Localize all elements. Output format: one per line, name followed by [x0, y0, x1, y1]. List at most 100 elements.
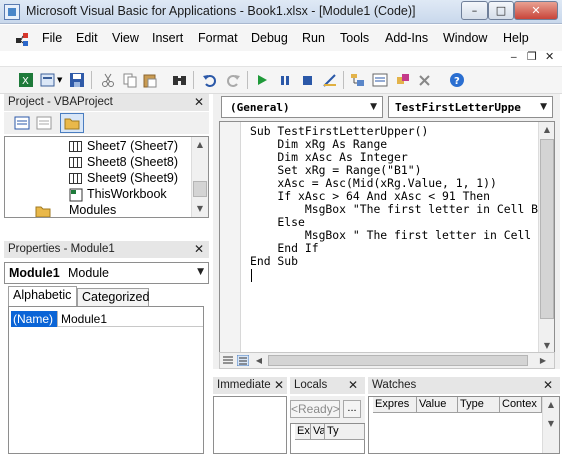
- properties-pane-close-button[interactable]: ✕: [192, 242, 206, 256]
- scroll-up-arrow-icon[interactable]: ▲: [543, 397, 559, 413]
- chevron-down-icon[interactable]: ▼: [540, 102, 547, 112]
- folder-icon: [35, 206, 51, 217]
- column-header-context[interactable]: Contex: [500, 397, 542, 413]
- locals-pane-close-button[interactable]: ✕: [346, 378, 360, 392]
- scroll-thumb[interactable]: [193, 181, 207, 197]
- toolbox-icon[interactable]: [417, 72, 433, 88]
- full-module-view-icon[interactable]: [237, 355, 249, 366]
- properties-window-icon[interactable]: [372, 72, 388, 88]
- design-mode-icon[interactable]: [322, 72, 338, 88]
- tree-item-label: Modules: [69, 203, 117, 217]
- workbook-icon: [69, 188, 83, 202]
- chevron-down-icon[interactable]: ▼: [370, 102, 377, 112]
- column-header-type[interactable]: Type: [458, 397, 500, 413]
- run-icon[interactable]: [254, 72, 270, 88]
- scroll-up-arrow-icon[interactable]: ▲: [192, 137, 208, 153]
- menu-debug[interactable]: Debug: [251, 31, 288, 45]
- app-icon: [4, 4, 20, 20]
- watches-scrollbar[interactable]: ▲ ▼: [542, 397, 559, 453]
- tab-categorized[interactable]: Categorized: [77, 288, 149, 307]
- scroll-right-arrow-icon[interactable]: ▶: [536, 353, 550, 369]
- property-value[interactable]: Module1: [61, 311, 107, 327]
- project-pane-close-button[interactable]: ✕: [192, 95, 206, 109]
- restore-button[interactable]: □: [488, 1, 514, 20]
- menu-add-ins[interactable]: Add-Ins: [385, 31, 428, 45]
- scroll-left-arrow-icon[interactable]: ◀: [253, 353, 265, 369]
- vba-project-icon[interactable]: [14, 30, 34, 48]
- code-horizontal-scrollbar[interactable]: ◀ ▶: [219, 352, 555, 369]
- minimize-button[interactable]: –: [461, 1, 488, 20]
- reset-icon[interactable]: [299, 72, 315, 88]
- chevron-down-icon[interactable]: ▼: [197, 267, 204, 277]
- menu-window[interactable]: Window: [443, 31, 487, 45]
- worksheet-icon: [69, 157, 82, 168]
- mdi-restore-button[interactable]: ❐: [527, 50, 537, 63]
- help-icon[interactable]: ?: [449, 72, 465, 88]
- call-stack-button[interactable]: ...: [343, 400, 361, 418]
- column-header-type[interactable]: Ty: [325, 424, 365, 440]
- margin-indicator-bar[interactable]: [220, 122, 241, 355]
- tree-item-label: Sheet8 (Sheet8): [87, 155, 179, 169]
- procedure-view-icon[interactable]: [222, 355, 234, 366]
- redo-icon[interactable]: [225, 72, 241, 88]
- window-title: Microsoft Visual Basic for Applications …: [26, 4, 416, 18]
- menu-tools[interactable]: Tools: [340, 31, 369, 45]
- column-header-expression[interactable]: Ex: [295, 424, 311, 440]
- project-pane-title: Project - VBAProject: [4, 94, 209, 111]
- object-type: Module: [68, 266, 109, 280]
- menu-edit[interactable]: Edit: [76, 31, 98, 45]
- immediate-pane-close-button[interactable]: ✕: [272, 378, 286, 392]
- object-combo[interactable]: (General) ▼: [221, 96, 383, 118]
- column-header-value[interactable]: Va: [311, 424, 325, 440]
- column-header-expression[interactable]: Expres: [373, 397, 417, 413]
- cut-icon[interactable]: [100, 72, 116, 88]
- menu-help[interactable]: Help: [503, 31, 529, 45]
- view-code-icon[interactable]: [14, 115, 30, 131]
- text-cursor: [251, 269, 252, 282]
- code-editor[interactable]: Sub TestFirstLetterUpper() Dim xRg As Ra…: [219, 121, 555, 356]
- mdi-minimize-button[interactable]: _: [511, 45, 517, 58]
- undo-icon[interactable]: [202, 72, 218, 88]
- project-explorer-icon[interactable]: [350, 72, 366, 88]
- tree-item-label: ThisWorkbook: [87, 187, 167, 201]
- toggle-folders-button[interactable]: [60, 113, 84, 133]
- watches-pane-close-button[interactable]: ✕: [541, 378, 555, 392]
- menu-file[interactable]: File: [42, 31, 62, 45]
- locals-grid: Ex Va Ty: [290, 423, 365, 454]
- code-line-11: End Sub: [250, 254, 299, 268]
- close-button[interactable]: ✕: [514, 1, 558, 20]
- copy-icon[interactable]: [122, 72, 138, 88]
- menu-format[interactable]: Format: [198, 31, 238, 45]
- project-toolbar: [4, 112, 209, 134]
- procedure-combo-value: TestFirstLetterUppe: [395, 101, 521, 114]
- view-excel-icon[interactable]: X: [18, 72, 34, 88]
- project-tree-scrollbar[interactable]: ▲ ▼: [191, 137, 208, 217]
- save-icon[interactable]: [69, 72, 85, 88]
- scroll-down-arrow-icon[interactable]: ▼: [192, 201, 208, 217]
- break-icon[interactable]: [277, 72, 293, 88]
- horizontal-scroll-thumb[interactable]: [268, 355, 528, 366]
- locals-context: <Ready>: [290, 400, 340, 418]
- mdi-close-button[interactable]: ✕: [545, 50, 554, 63]
- scroll-thumb[interactable]: [540, 139, 554, 319]
- properties-object-combo[interactable]: Module1 Module ▼: [4, 262, 209, 284]
- find-icon[interactable]: [172, 72, 188, 88]
- insert-dropdown-icon[interactable]: ▼: [57, 76, 62, 84]
- menu-insert[interactable]: Insert: [152, 31, 183, 45]
- code-vertical-scrollbar[interactable]: ▲ ▼: [538, 122, 554, 355]
- menu-run[interactable]: Run: [302, 31, 325, 45]
- immediate-window[interactable]: [213, 396, 287, 454]
- view-object-icon[interactable]: [36, 115, 52, 131]
- insert-userform-icon[interactable]: [40, 72, 56, 88]
- object-browser-icon[interactable]: [395, 72, 411, 88]
- procedure-combo[interactable]: TestFirstLetterUppe ▼: [388, 96, 553, 118]
- tab-alphabetic[interactable]: Alphabetic: [8, 286, 77, 307]
- property-row-name[interactable]: (Name) Module1: [11, 311, 203, 327]
- scroll-down-arrow-icon[interactable]: ▼: [543, 416, 559, 432]
- menu-view[interactable]: View: [112, 31, 139, 45]
- watches-pane-title: Watches: [368, 377, 560, 394]
- paste-icon[interactable]: [142, 72, 158, 88]
- column-header-value[interactable]: Value: [417, 397, 458, 413]
- properties-pane-title: Properties - Module1: [4, 241, 209, 258]
- scroll-up-arrow-icon[interactable]: ▲: [539, 122, 554, 138]
